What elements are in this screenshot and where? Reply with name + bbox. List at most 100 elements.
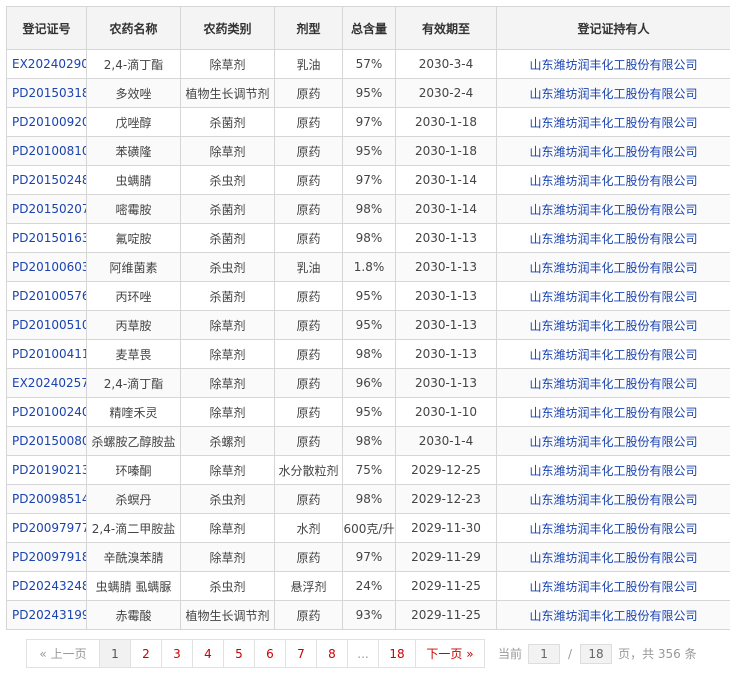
- cell-holder[interactable]: 山东潍坊润丰化工股份有限公司: [496, 78, 730, 108]
- cell-total-content: 95%: [342, 136, 396, 166]
- cell-pesticide-name: 杀螺胺乙醇胺盐: [86, 426, 181, 456]
- cell-holder[interactable]: 山东潍坊润丰化工股份有限公司: [496, 165, 730, 195]
- cell-registration-no[interactable]: PD20150207: [6, 194, 87, 224]
- cell-pesticide-category: 杀菌剂: [180, 194, 275, 224]
- cell-registration-no[interactable]: PD20100411: [6, 339, 87, 369]
- cell-registration-no[interactable]: PD20098514: [6, 484, 87, 514]
- cell-registration-no[interactable]: PD20100603: [6, 252, 87, 282]
- table-header-row: 登记证号 农药名称 农药类别 剂型 总含量 有效期至 登记证持有人: [6, 6, 730, 50]
- cell-pesticide-category: 除草剂: [180, 397, 275, 427]
- cell-pesticide-name: 虫螨腈 虱螨脲: [86, 571, 181, 601]
- cell-pesticide-name: 苯磺隆: [86, 136, 181, 166]
- page-button-4[interactable]: 4: [192, 639, 224, 668]
- cell-holder[interactable]: 山东潍坊润丰化工股份有限公司: [496, 107, 730, 137]
- cell-formulation: 原药: [274, 368, 343, 398]
- page-button-1[interactable]: 1: [99, 639, 131, 668]
- cell-holder[interactable]: 山东潍坊润丰化工股份有限公司: [496, 571, 730, 601]
- page-jump: 当前 1 / 18 页，共 356 条: [498, 643, 697, 664]
- cell-registration-no[interactable]: PD20243199: [6, 600, 87, 630]
- cell-holder[interactable]: 山东潍坊润丰化工股份有限公司: [496, 194, 730, 224]
- cell-registration-no[interactable]: PD20150318: [6, 78, 87, 108]
- registration-table: 登记证号 农药名称 农药类别 剂型 总含量 有效期至 登记证持有人 EX2024…: [6, 6, 730, 630]
- cell-valid-until: 2030-1-10: [395, 397, 497, 427]
- cell-total-content: 95%: [342, 78, 396, 108]
- cell-registration-no[interactable]: PD20100510: [6, 310, 87, 340]
- cell-pesticide-name: 2,4-滴丁酯: [86, 368, 181, 398]
- table-row: PD20098514 杀螟丹 杀虫剂 原药 98% 2029-12-23 山东潍坊润丰化工股…: [6, 484, 730, 514]
- cell-total-content: 98%: [342, 194, 396, 224]
- cell-holder[interactable]: 山东潍坊润丰化工股份有限公司: [496, 397, 730, 427]
- cell-pesticide-category: 除草剂: [180, 542, 275, 572]
- cell-holder[interactable]: 山东潍坊润丰化工股份有限公司: [496, 455, 730, 485]
- page-button-8[interactable]: 8: [316, 639, 348, 668]
- cell-pesticide-category: 杀菌剂: [180, 107, 275, 137]
- cell-registration-no[interactable]: PD20190213: [6, 455, 87, 485]
- cell-holder[interactable]: 山东潍坊润丰化工股份有限公司: [496, 426, 730, 456]
- cell-registration-no[interactable]: PD20100920: [6, 107, 87, 137]
- cell-total-content: 98%: [342, 426, 396, 456]
- cell-registration-no[interactable]: PD20100810: [6, 136, 87, 166]
- cell-pesticide-category: 除草剂: [180, 513, 275, 543]
- table-row: PD20150080 杀螺胺乙醇胺盐 杀螺剂 原药 98% 2030-1-4 山东潍坊润丰化…: [6, 426, 730, 456]
- cell-pesticide-name: 麦草畏: [86, 339, 181, 369]
- cell-registration-no[interactable]: PD20100576: [6, 281, 87, 311]
- cell-total-content: 24%: [342, 571, 396, 601]
- page-button-2[interactable]: 2: [130, 639, 162, 668]
- cell-registration-no[interactable]: PD20097918: [6, 542, 87, 572]
- cell-registration-no[interactable]: PD20243248: [6, 571, 87, 601]
- cell-pesticide-category: 杀菌剂: [180, 281, 275, 311]
- cell-holder[interactable]: 山东潍坊润丰化工股份有限公司: [496, 223, 730, 253]
- cell-registration-no[interactable]: PD20150163: [6, 223, 87, 253]
- cell-total-content: 1.8%: [342, 252, 396, 282]
- cell-registration-no[interactable]: PD20097977: [6, 513, 87, 543]
- cell-holder[interactable]: 山东潍坊润丰化工股份有限公司: [496, 600, 730, 630]
- page-button-7[interactable]: 7: [285, 639, 317, 668]
- prev-page-button[interactable]: « 上一页: [26, 639, 100, 668]
- table-row: PD20100603 阿维菌素 杀虫剂 乳油 1.8% 2030-1-13 山东潍坊润丰化工…: [6, 252, 730, 282]
- cell-pesticide-name: 丙环唑: [86, 281, 181, 311]
- cell-holder[interactable]: 山东潍坊润丰化工股份有限公司: [496, 136, 730, 166]
- table-row: PD20150207 嘧霉胺 杀菌剂 原药 98% 2030-1-14 山东潍坊润丰化工股份…: [6, 194, 730, 224]
- page-button-3[interactable]: 3: [161, 639, 193, 668]
- cell-holder[interactable]: 山东潍坊润丰化工股份有限公司: [496, 513, 730, 543]
- table-row: PD20150163 氟啶胺 杀菌剂 原药 98% 2030-1-13 山东潍坊润丰化工股份…: [6, 223, 730, 253]
- cell-pesticide-name: 辛酰溴苯腈: [86, 542, 181, 572]
- next-page-button[interactable]: 下一页 »: [415, 639, 485, 668]
- cell-registration-no[interactable]: EX20240257: [6, 368, 87, 398]
- cell-formulation: 原药: [274, 426, 343, 456]
- table-row: EX20240257 2,4-滴丁酯 除草剂 原药 96% 2030-1-13 山东潍坊润丰…: [6, 368, 730, 398]
- cell-formulation: 原药: [274, 281, 343, 311]
- cell-holder[interactable]: 山东潍坊润丰化工股份有限公司: [496, 339, 730, 369]
- cell-total-content: 97%: [342, 165, 396, 195]
- cell-pesticide-category: 除草剂: [180, 339, 275, 369]
- cell-holder[interactable]: 山东潍坊润丰化工股份有限公司: [496, 310, 730, 340]
- table-row: PD20243199 赤霉酸 植物生长调节剂 原药 93% 2029-11-25 山东潍坊润…: [6, 600, 730, 630]
- cell-holder[interactable]: 山东潍坊润丰化工股份有限公司: [496, 281, 730, 311]
- cell-registration-no[interactable]: PD20100240: [6, 397, 87, 427]
- cell-valid-until: 2030-1-14: [395, 194, 497, 224]
- cell-holder[interactable]: 山东潍坊润丰化工股份有限公司: [496, 368, 730, 398]
- current-page-input[interactable]: 1: [528, 643, 561, 664]
- cell-registration-no[interactable]: PD20150080: [6, 426, 87, 456]
- cell-valid-until: 2030-1-13: [395, 310, 497, 340]
- cell-formulation: 原药: [274, 78, 343, 108]
- page-button-5[interactable]: 5: [223, 639, 255, 668]
- page-button-last[interactable]: 18: [378, 639, 416, 668]
- table-row: PD20100810 苯磺隆 除草剂 原药 95% 2030-1-18 山东潍坊润丰化工股份…: [6, 136, 730, 166]
- cell-holder[interactable]: 山东潍坊润丰化工股份有限公司: [496, 484, 730, 514]
- total-pages-box: 18: [580, 643, 613, 664]
- cell-holder[interactable]: 山东潍坊润丰化工股份有限公司: [496, 49, 730, 79]
- cell-pesticide-category: 除草剂: [180, 310, 275, 340]
- cell-holder[interactable]: 山东潍坊润丰化工股份有限公司: [496, 542, 730, 572]
- page-button-6[interactable]: 6: [254, 639, 286, 668]
- cell-valid-until: 2030-3-4: [395, 49, 497, 79]
- cell-pesticide-name: 杀螟丹: [86, 484, 181, 514]
- cell-pesticide-category: 除草剂: [180, 49, 275, 79]
- cell-pesticide-category: 杀虫剂: [180, 484, 275, 514]
- page-ellipsis: ...: [347, 639, 379, 668]
- cell-registration-no[interactable]: PD20150248: [6, 165, 87, 195]
- cell-holder[interactable]: 山东潍坊润丰化工股份有限公司: [496, 252, 730, 282]
- cell-valid-until: 2029-11-25: [395, 571, 497, 601]
- cell-registration-no[interactable]: EX20240290: [6, 49, 87, 79]
- cell-total-content: 95%: [342, 397, 396, 427]
